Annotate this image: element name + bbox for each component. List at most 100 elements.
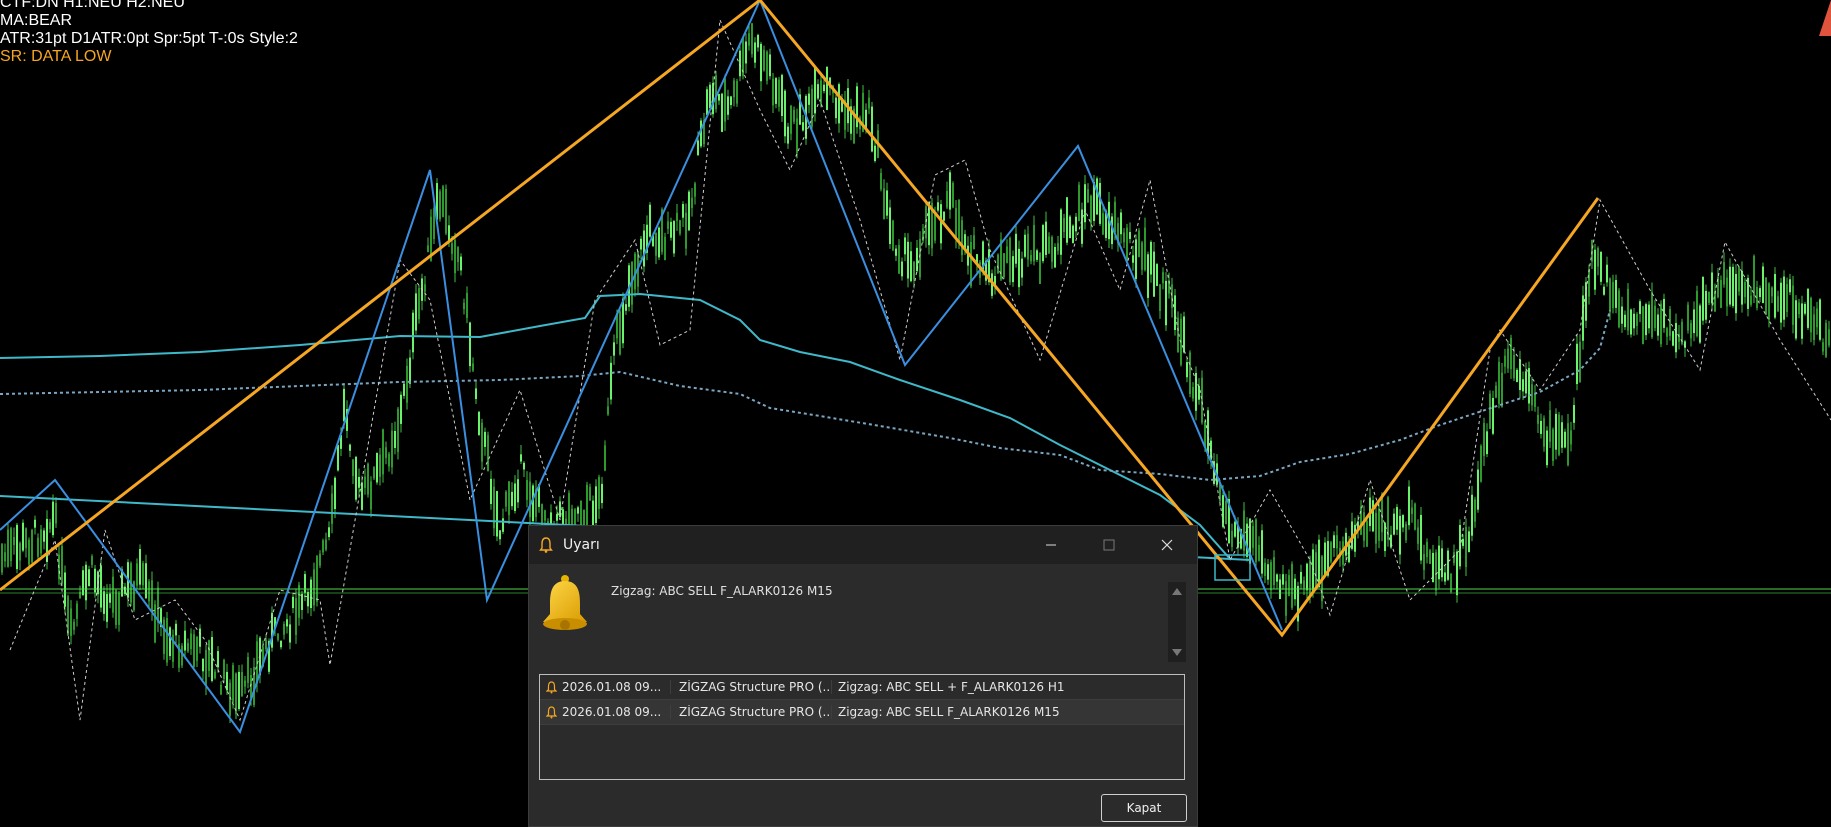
candle-body — [1018, 248, 1020, 288]
candle-body — [37, 537, 39, 557]
candle-body — [1057, 243, 1059, 251]
candle-body — [1555, 413, 1557, 450]
scroll-up-icon[interactable] — [1172, 588, 1182, 595]
candle-body — [1306, 563, 1308, 591]
candle-body — [874, 145, 876, 162]
candle-body — [1711, 272, 1713, 304]
candle-body — [1510, 337, 1512, 370]
candle-body — [1819, 299, 1821, 340]
candle-body — [1480, 445, 1482, 482]
candle-body — [1657, 314, 1659, 336]
candle-body — [604, 445, 606, 471]
candle-body — [442, 186, 444, 218]
candle-body — [379, 454, 381, 477]
candle-body — [619, 311, 621, 355]
scroll-down-icon[interactable] — [1172, 649, 1182, 656]
candle-body — [625, 304, 627, 311]
candle-body — [1408, 486, 1410, 526]
candle-body — [1411, 507, 1413, 514]
candle-body — [1003, 253, 1005, 278]
candle-body — [175, 623, 177, 636]
candle-body — [913, 261, 915, 280]
candle-body — [778, 79, 780, 107]
candle-body — [517, 479, 519, 503]
candle-body — [697, 140, 699, 156]
candle-body — [1258, 544, 1260, 561]
candle-body — [1123, 232, 1125, 243]
alert-dialog[interactable]: Uyarı Zigzag: ABC SELL F_ALARK0126 M15 2… — [528, 525, 1198, 827]
maximize-button[interactable] — [1080, 526, 1138, 564]
candle-body — [673, 220, 675, 254]
candle-body — [1417, 527, 1419, 544]
candle-body — [1141, 242, 1143, 270]
candle-body — [43, 530, 45, 542]
candle-body — [1540, 420, 1542, 434]
minimize-button[interactable] — [1022, 526, 1080, 564]
bell-icon — [540, 705, 562, 719]
candle-body — [370, 481, 372, 510]
candle-body — [595, 486, 597, 524]
candle-body — [454, 239, 456, 274]
candle-body — [808, 93, 810, 105]
candle-body — [1318, 539, 1320, 584]
candle-body — [658, 227, 660, 258]
candle-body — [1033, 225, 1035, 262]
candle-body — [1027, 233, 1029, 260]
candle-body — [1054, 247, 1056, 268]
candle-body — [1333, 535, 1335, 548]
candle-body — [1825, 322, 1827, 357]
candle-body — [1231, 530, 1233, 548]
candle-body — [1135, 239, 1137, 279]
alert-row[interactable]: 2026.01.08 09... ZİGZAG Structure PRO (.… — [540, 675, 1184, 700]
candle-body — [136, 563, 138, 586]
candle-body — [943, 211, 945, 221]
candle-body — [1468, 531, 1470, 553]
candle-body — [1771, 287, 1773, 297]
dialog-titlebar[interactable]: Uyarı — [529, 526, 1197, 564]
info-line-sr: SR: DATA LOW — [0, 48, 112, 65]
candle-body — [1750, 295, 1752, 305]
candle-body — [139, 548, 141, 585]
candle-body — [961, 220, 963, 256]
close-icon — [1161, 539, 1173, 551]
candle-body — [409, 357, 411, 384]
candle-body — [205, 649, 207, 686]
candle-body — [1006, 246, 1008, 263]
candle-body — [1702, 276, 1704, 321]
alert-list[interactable]: 2026.01.08 09... ZİGZAG Structure PRO (.… — [539, 674, 1185, 780]
candle-body — [289, 624, 291, 643]
candle-body — [85, 564, 87, 601]
candle-body — [1474, 499, 1476, 522]
close-window-button[interactable] — [1138, 526, 1196, 564]
candle-body — [349, 444, 351, 451]
candle-body — [1504, 355, 1506, 367]
candle-body — [451, 243, 453, 254]
candle-body — [1801, 303, 1803, 339]
message-scrollbar[interactable] — [1168, 582, 1186, 662]
candle-body — [1441, 548, 1443, 578]
candle-body — [526, 479, 528, 500]
candle-body — [499, 530, 501, 540]
candle-body — [1090, 195, 1092, 224]
candle-body — [940, 204, 942, 244]
candle-body — [1828, 329, 1830, 346]
candle-body — [163, 619, 165, 654]
candle-body — [1045, 221, 1047, 255]
candle-body — [1693, 309, 1695, 334]
candle-body — [1270, 562, 1272, 591]
candle-body — [103, 591, 105, 614]
candle-body — [727, 96, 729, 115]
candle-body — [868, 97, 870, 109]
candle-body — [478, 411, 480, 435]
candle-body — [871, 106, 873, 152]
close-button[interactable]: Kapat — [1101, 794, 1187, 822]
alert-row[interactable]: 2026.01.08 09... ZİGZAG Structure PRO (.… — [540, 700, 1184, 725]
candle-body — [640, 238, 642, 250]
candle-body — [208, 640, 210, 671]
candle-body — [1546, 430, 1548, 466]
candle-body — [1009, 237, 1011, 283]
candle-body — [1798, 302, 1800, 315]
candle-body — [1243, 510, 1245, 551]
candle-body — [1084, 184, 1086, 223]
candle-body — [1126, 227, 1128, 262]
